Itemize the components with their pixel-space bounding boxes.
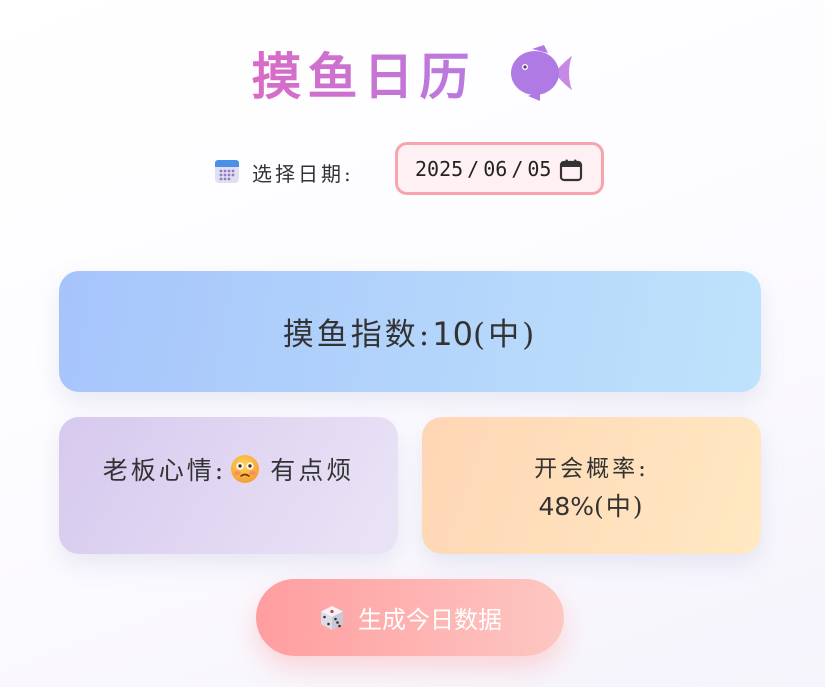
- meeting-probability-value: 48%: [538, 491, 595, 521]
- flushed-face-emoji-icon: [231, 455, 260, 483]
- date-year[interactable]: 2025: [415, 157, 463, 181]
- calendar-picker-icon[interactable]: [559, 158, 583, 182]
- header: 摸鱼日历: [0, 38, 825, 108]
- date-separator: /: [511, 156, 524, 181]
- boss-mood-value: 有点烦: [270, 456, 355, 485]
- page-title: 摸鱼日历: [252, 37, 476, 109]
- date-selector: 选择日期: 2025 / 06 / 05: [0, 142, 825, 198]
- boss-mood-card: 老板心情: 有点烦: [59, 417, 398, 554]
- fishing-index-value: 10: [432, 315, 473, 353]
- date-month[interactable]: 06: [483, 157, 507, 181]
- generate-button-label: 生成今日数据: [358, 606, 502, 634]
- date-label: 选择日期:: [252, 162, 354, 186]
- dice-icon: [321, 605, 343, 630]
- fishing-index-card: 摸鱼指数:10(中): [59, 271, 761, 392]
- date-day[interactable]: 05: [527, 157, 551, 181]
- boss-mood-label: 老板心情:: [102, 456, 227, 485]
- calendar-emoji-icon: [215, 160, 239, 183]
- generate-today-button[interactable]: 生成今日数据: [256, 579, 564, 656]
- date-separator: /: [467, 156, 480, 181]
- meeting-probability-label: 开会概率:: [534, 455, 649, 482]
- fish-icon: [510, 45, 572, 101]
- meeting-probability-level: (中): [594, 491, 645, 521]
- date-input[interactable]: 2025 / 06 / 05: [395, 142, 604, 195]
- meeting-probability-card: 开会概率: 48%(中): [422, 417, 761, 554]
- fishing-index-label: 摸鱼指数:: [282, 317, 433, 353]
- fishing-index-level: (中): [472, 317, 538, 353]
